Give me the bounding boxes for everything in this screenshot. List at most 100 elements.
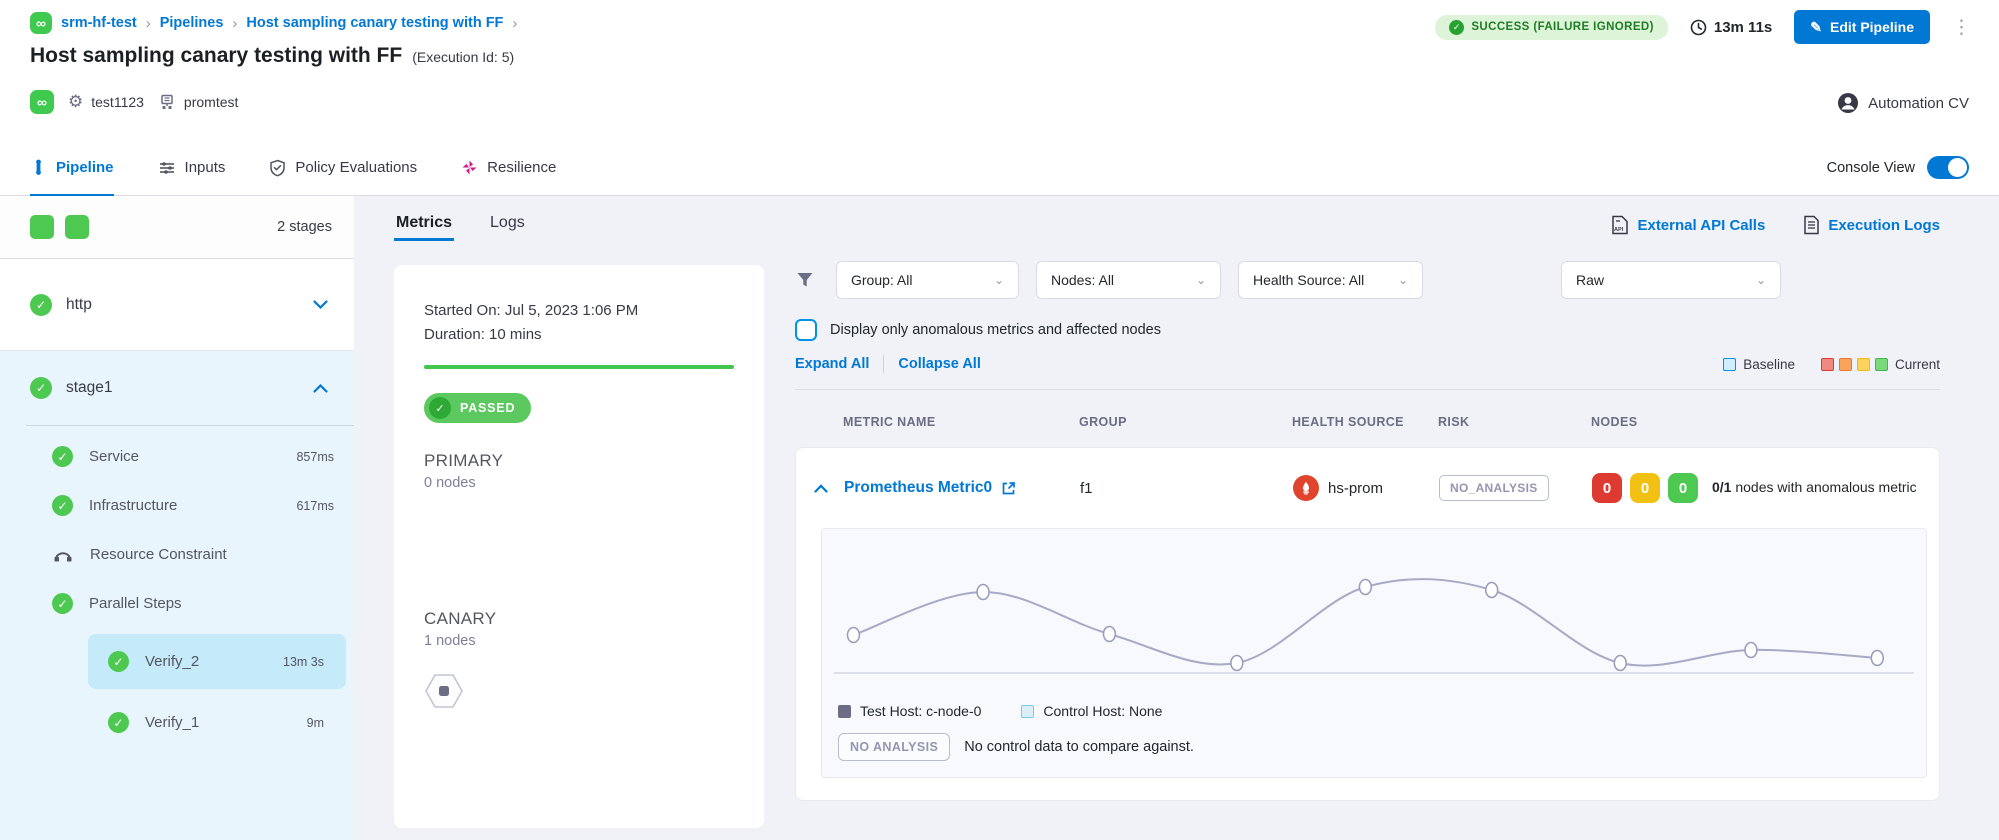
step-item-resource-constraint[interactable]: Resource Constraint xyxy=(0,530,354,579)
stage1-section: ✓ stage1 ✓ Service 857ms ✓ Infrastructur… xyxy=(0,351,354,840)
stage-square-icon xyxy=(30,215,54,239)
execution-id: (Execution Id: 5) xyxy=(412,49,514,65)
chevron-up-icon[interactable] xyxy=(313,384,328,393)
breadcrumb-separator: › xyxy=(232,15,237,32)
step-label: Verify_2 xyxy=(145,653,199,670)
breadcrumb: ∞ srm-hf-test › Pipelines › Host samplin… xyxy=(30,12,517,34)
step-label: Parallel Steps xyxy=(89,595,182,612)
primary-node-count: 0 nodes xyxy=(424,475,734,491)
red-node-count: 0 xyxy=(1592,473,1622,503)
anomalous-only-checkbox[interactable] xyxy=(795,319,817,341)
tab-logs[interactable]: Logs xyxy=(490,214,525,241)
yellow-node-count: 0 xyxy=(1630,473,1660,503)
filter-funnel-icon[interactable] xyxy=(795,270,815,290)
expand-all-link[interactable]: Expand All xyxy=(795,356,869,372)
step-item-parallel-steps[interactable]: ✓ Parallel Steps xyxy=(0,579,354,628)
stage-label: stage1 xyxy=(66,379,113,397)
edit-pipeline-button[interactable]: ✎ Edit Pipeline xyxy=(1794,10,1930,44)
console-view-toggle[interactable] xyxy=(1927,156,1969,179)
canary-node-count: 1 nodes xyxy=(424,633,734,649)
prometheus-icon xyxy=(1293,475,1319,501)
health-source-label: hs-prom xyxy=(1328,480,1383,497)
metrics-panel: API External API Calls Execution Logs Gr… xyxy=(770,196,1999,840)
service-tag: ⚙ test1123 xyxy=(68,92,144,112)
canary-label: CANARY xyxy=(424,609,734,629)
nodes-cell: 0 0 0 0/1 nodes with anomalous metric xyxy=(1592,473,1927,503)
chevron-down-icon[interactable] xyxy=(313,300,328,309)
chart-color-legend: Baseline Current xyxy=(1723,357,1940,372)
group-filter-dropdown[interactable]: Group: All ⌄ xyxy=(836,261,1019,299)
page-title: Host sampling canary testing with FF xyxy=(30,44,402,68)
canary-node-hexagon-icon[interactable] xyxy=(424,673,464,709)
nodes-summary-ratio: 0/1 xyxy=(1712,479,1731,495)
pipeline-icon xyxy=(30,159,47,176)
breadcrumb-pipeline-link[interactable]: Host sampling canary testing with FF xyxy=(246,15,503,31)
step-item-service[interactable]: ✓ Service 857ms xyxy=(0,432,354,481)
tab-policy-evaluations[interactable]: Policy Evaluations xyxy=(269,140,417,196)
status-badge: ✓ SUCCESS (FAILURE IGNORED) xyxy=(1435,15,1668,40)
stage-item-stage1[interactable]: ✓ stage1 xyxy=(0,351,354,425)
current-label: Current xyxy=(1895,357,1940,372)
baseline-swatch xyxy=(1723,358,1736,371)
api-file-icon: API xyxy=(1611,215,1629,235)
infrastructure-icon xyxy=(158,93,176,111)
execution-sidebar: 2 stages ✓ http ✓ stage1 ✓ Service 857ms… xyxy=(0,196,354,840)
progress-bar xyxy=(424,365,734,369)
step-label: Infrastructure xyxy=(89,497,177,514)
primary-label: PRIMARY xyxy=(424,451,734,471)
tab-pipeline[interactable]: Pipeline xyxy=(30,140,114,196)
chart-host-legend: Test Host: c-node-0 Control Host: None xyxy=(834,703,1914,719)
console-view-label: Console View xyxy=(1827,160,1915,176)
tab-policy-label: Policy Evaluations xyxy=(295,159,417,176)
breadcrumb-project-link[interactable]: srm-hf-test xyxy=(61,15,137,31)
collapse-all-link[interactable]: Collapse All xyxy=(898,356,980,372)
tab-inputs-label: Inputs xyxy=(185,159,226,176)
success-check-icon: ✓ xyxy=(30,294,52,316)
main-tabbar: Pipeline Inputs Policy Evaluations Resil… xyxy=(0,140,1999,196)
collapse-chevron-icon[interactable] xyxy=(814,484,828,493)
tab-resilience[interactable]: Resilience xyxy=(461,140,556,196)
step-item-verify-1[interactable]: ✓ Verify_1 9m xyxy=(88,695,346,750)
verification-console: Metrics Logs Started On: Jul 5, 2023 1:0… xyxy=(354,196,770,840)
breadcrumb-pipelines-link[interactable]: Pipelines xyxy=(160,15,224,31)
health-source-filter-dropdown[interactable]: Health Source: All ⌄ xyxy=(1238,261,1423,299)
green-node-count: 0 xyxy=(1668,473,1698,503)
execution-logs-link[interactable]: Execution Logs xyxy=(1803,215,1940,235)
more-options-icon[interactable]: ⋮ xyxy=(1952,18,1971,37)
external-api-calls-link[interactable]: API External API Calls xyxy=(1611,215,1765,235)
col-health-source: HEALTH SOURCE xyxy=(1292,415,1438,429)
service-tag-label: test1123 xyxy=(91,94,144,110)
nodes-filter-dropdown[interactable]: Nodes: All ⌄ xyxy=(1036,261,1221,299)
test-host-label: Test Host: c-node-0 xyxy=(860,703,981,719)
risk-badge: NO_ANALYSIS xyxy=(1439,475,1549,501)
sidebar-divider xyxy=(26,425,354,426)
started-on: Started On: Jul 5, 2023 1:06 PM xyxy=(424,299,734,323)
data-type-value: Raw xyxy=(1576,272,1604,288)
status-badge-label: SUCCESS (FAILURE IGNORED) xyxy=(1471,21,1654,33)
verification-summary-card: Started On: Jul 5, 2023 1:06 PM Duration… xyxy=(394,265,764,828)
tab-metrics[interactable]: Metrics xyxy=(396,214,452,241)
step-label: Resource Constraint xyxy=(90,546,227,563)
harness-logo-icon: ∞ xyxy=(30,12,52,34)
user-avatar-icon xyxy=(1837,92,1859,114)
metric-name-link[interactable]: Prometheus Metric0 xyxy=(844,479,1080,497)
user-name: Automation CV xyxy=(1868,95,1969,112)
metric-line-chart[interactable] xyxy=(834,543,1914,693)
tab-inputs[interactable]: Inputs xyxy=(158,140,226,196)
metric-health-source: hs-prom xyxy=(1293,475,1439,501)
chevron-down-icon: ⌄ xyxy=(1196,273,1206,287)
nodes-summary: 0/1 nodes with anomalous metric xyxy=(1712,478,1927,498)
control-host-swatch xyxy=(1021,705,1034,718)
gear-icon: ⚙ xyxy=(68,92,83,112)
step-item-verify-2[interactable]: ✓ Verify_2 13m 3s xyxy=(88,634,346,689)
step-item-infrastructure[interactable]: ✓ Infrastructure 617ms xyxy=(0,481,354,530)
data-type-dropdown[interactable]: Raw ⌄ xyxy=(1561,261,1781,299)
col-risk: RISK xyxy=(1438,415,1591,429)
external-link-icon[interactable] xyxy=(1001,481,1016,496)
metric-name-label: Prometheus Metric0 xyxy=(844,479,992,497)
file-icon xyxy=(1803,215,1820,235)
vertical-divider xyxy=(883,355,884,373)
current-orange-swatch xyxy=(1839,358,1852,371)
external-api-calls-label: External API Calls xyxy=(1637,217,1765,234)
stage-item-http[interactable]: ✓ http xyxy=(0,259,354,351)
